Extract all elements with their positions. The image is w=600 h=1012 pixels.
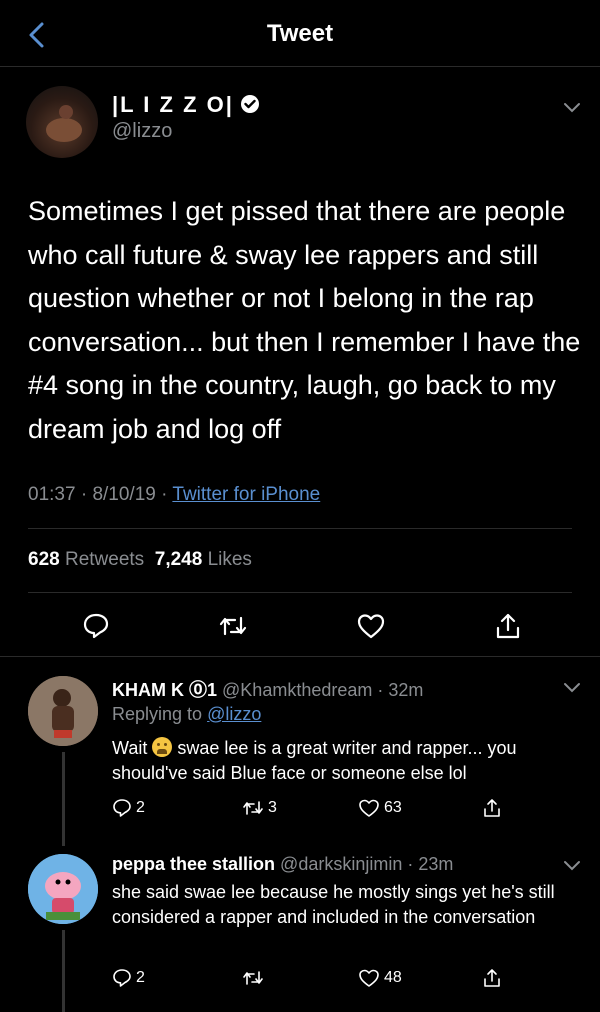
reply-time: 23m (418, 854, 454, 874)
replying-to-link[interactable]: @lizzo (207, 704, 261, 724)
reply-icon[interactable] (112, 798, 132, 818)
reply-count: 2 (136, 799, 145, 816)
source-link[interactable]: Twitter for iPhone (172, 484, 320, 505)
reply-text-start: Wait (112, 738, 148, 758)
reply-icon[interactable] (82, 612, 110, 640)
retweet-icon[interactable] (242, 798, 264, 818)
author-handle[interactable]: @lizzo (112, 120, 172, 143)
tweet-text: Sometimes I get pissed that there are pe… (28, 196, 581, 444)
likes-label[interactable]: Likes (208, 549, 252, 570)
share-icon[interactable] (494, 612, 522, 640)
divider (28, 592, 572, 593)
chevron-down-icon[interactable] (562, 858, 582, 872)
like-action[interactable]: 48 (358, 968, 402, 988)
like-icon[interactable] (358, 968, 380, 988)
reply-author-handle[interactable]: @Khamkthedream (222, 680, 372, 700)
share-icon[interactable] (482, 798, 502, 818)
avatar[interactable] (28, 676, 98, 746)
reply-header: KHAM K ⓪1 @Khamkthedream · 32m (112, 680, 424, 700)
reply-action[interactable]: 2 (112, 968, 145, 988)
page-title: Tweet (266, 20, 334, 47)
reply-author-handle[interactable]: @darkskinjimin (280, 854, 402, 874)
tweet-time: 01:37 (28, 484, 76, 505)
weary-face-icon (152, 737, 173, 757)
like-count: 63 (384, 799, 402, 816)
reply-text: she said swae lee because he mostly sing… (112, 882, 555, 927)
avatar[interactable] (26, 86, 98, 158)
like-icon[interactable] (356, 612, 386, 640)
verified-icon (240, 95, 259, 113)
replying-to: Replying to @lizzo (112, 704, 261, 725)
tweet-date: 8/10/19 (92, 484, 156, 505)
retweet-action[interactable]: 3 (242, 798, 277, 818)
retweet-count: 3 (268, 799, 277, 816)
retweets-label[interactable]: Retweets (65, 549, 144, 570)
chevron-down-icon[interactable] (562, 100, 582, 114)
reply-count: 2 (136, 969, 145, 986)
thread-line (62, 930, 65, 1012)
like-icon[interactable] (358, 798, 380, 818)
author-name-text: |L I Z Z O| (112, 92, 234, 117)
divider (0, 656, 600, 657)
reply-text-rest: swae lee is a great writer and rapper...… (112, 738, 517, 783)
chevron-down-icon[interactable] (562, 680, 582, 694)
reply-author-name[interactable]: KHAM K ⓪1 (112, 680, 217, 700)
avatar[interactable] (28, 854, 98, 924)
reply-icon[interactable] (112, 968, 132, 988)
retweet-icon[interactable] (242, 968, 264, 988)
tweet-meta: 01:37 · 8/10/19 · Twitter for iPhone (28, 484, 321, 505)
reply-header: peppa thee stallion @darkskinjimin · 23m (112, 854, 454, 874)
like-action[interactable]: 63 (358, 798, 402, 818)
reply-author-name[interactable]: peppa thee stallion (112, 854, 275, 874)
thread-line (62, 752, 65, 846)
likes-count[interactable]: 7,248 (155, 549, 203, 570)
retweets-count[interactable]: 628 (28, 549, 60, 570)
author-name[interactable]: |L I Z Z O| (112, 92, 260, 118)
top-bar: Tweet (0, 0, 600, 67)
retweet-icon[interactable] (218, 612, 248, 640)
engagement-stats: 628 Retweets 7,248 Likes (28, 549, 252, 571)
divider (28, 528, 572, 529)
retweet-action[interactable] (242, 968, 268, 988)
replying-label: Replying to (112, 704, 203, 724)
share-icon[interactable] (482, 968, 502, 988)
reply-text: Wait swae lee is a great writer and rapp… (112, 736, 582, 786)
reply-time: 32m (388, 680, 424, 700)
reply-action[interactable]: 2 (112, 798, 145, 818)
like-count: 48 (384, 969, 402, 986)
